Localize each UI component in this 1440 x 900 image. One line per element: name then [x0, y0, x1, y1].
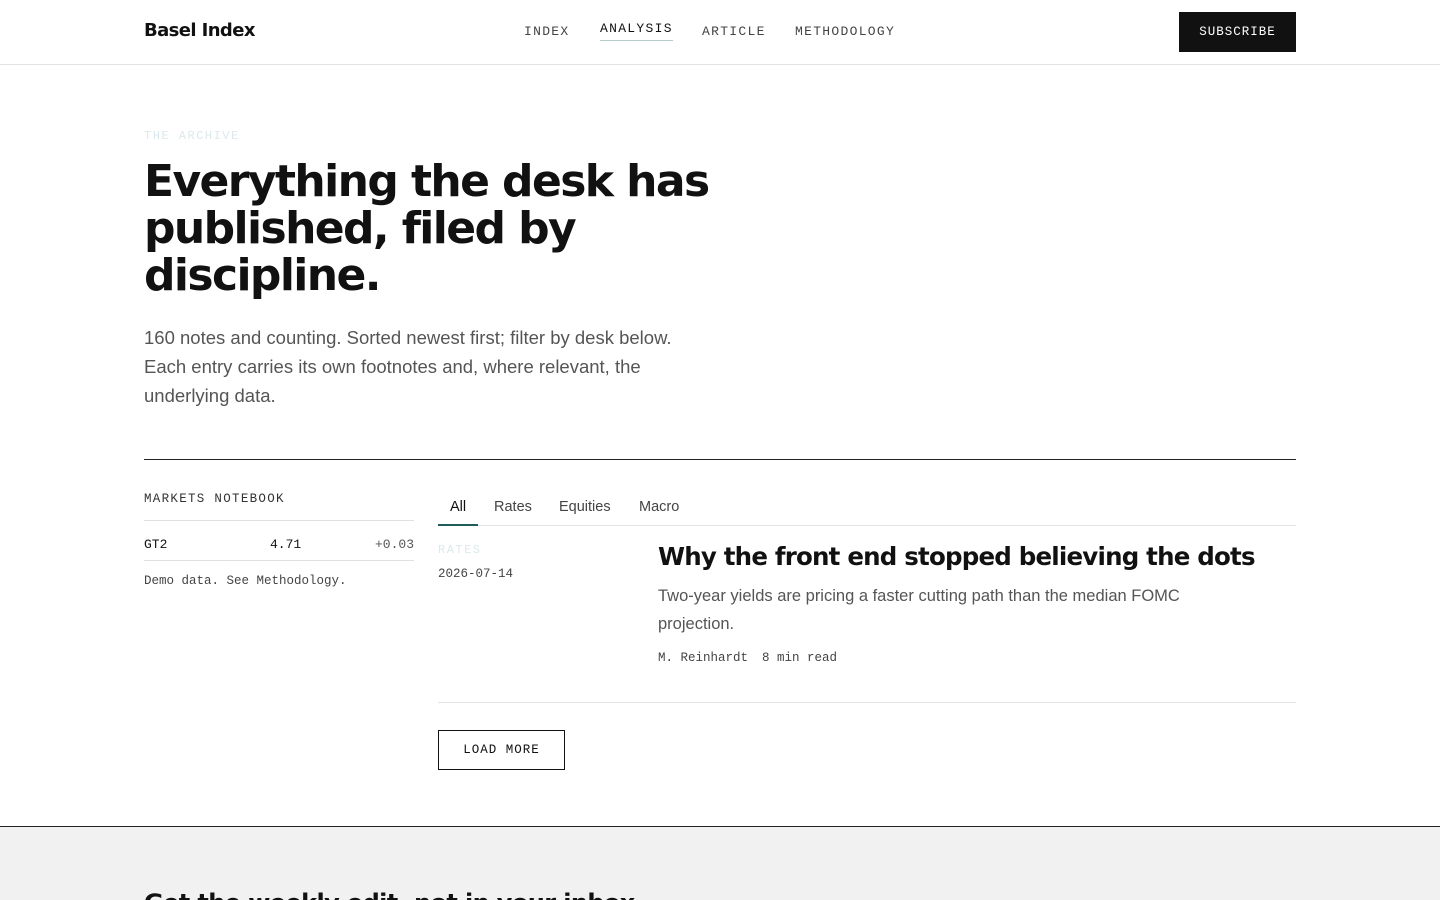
nav-item-analysis[interactable]: ANALYSIS: [600, 21, 673, 41]
subscribe-button[interactable]: SUBSCRIBE: [1179, 12, 1296, 52]
archive-eyebrow: THE ARCHIVE: [144, 129, 240, 143]
page-lede: 160 notes and counting. Sorted newest fi…: [144, 327, 672, 406]
site-header: Basel Index INDEX ANALYSIS ARTICLE METHO…: [0, 0, 1440, 65]
page-title: Everything the desk has published, filed…: [144, 156, 710, 301]
article-card[interactable]: RATES 2026-07-14 Why the front end stopp…: [438, 526, 1296, 703]
markets-notebook-title: MARKETS NOTEBOOK: [144, 492, 285, 506]
ticker-change: +0.03: [374, 537, 414, 552]
section-divider: [144, 459, 1296, 460]
nav-item-index[interactable]: INDEX: [524, 24, 570, 39]
nav-item-methodology[interactable]: METHODOLOGY: [795, 24, 895, 39]
ticker-row: GT2 4.71 +0.03: [144, 521, 414, 561]
article-title[interactable]: Why the front end stopped believing the …: [658, 542, 1256, 571]
article-category: RATES: [438, 543, 482, 557]
tab-rates[interactable]: Rates: [494, 486, 532, 526]
article-meta: M. Reinhardt 8 min read: [658, 651, 837, 665]
newsletter-title: Get the weekly edit, not in your inbox: [144, 889, 635, 900]
article-dek: Two-year yields are pricing a faster cut…: [658, 587, 1180, 633]
tab-equities[interactable]: Equities: [559, 486, 611, 526]
newsletter-band: Get the weekly edit, not in your inbox: [0, 826, 1440, 900]
nav-item-article[interactable]: ARTICLE: [702, 24, 766, 39]
ticker-value: 4.71: [270, 537, 302, 552]
article-date: 2026-07-14: [438, 567, 514, 581]
article-read-time: 8 min read: [762, 651, 838, 665]
ticker-symbol: GT2: [144, 537, 168, 552]
demo-data-note: Demo data. See Methodology.: [144, 574, 347, 588]
load-more-button[interactable]: LOAD MORE: [438, 730, 565, 770]
tab-macro[interactable]: Macro: [639, 486, 679, 526]
tab-all[interactable]: All: [438, 486, 478, 526]
article-author: M. Reinhardt: [658, 651, 749, 665]
desk-filter-tabs: All Rates Equities Macro: [438, 486, 1296, 526]
